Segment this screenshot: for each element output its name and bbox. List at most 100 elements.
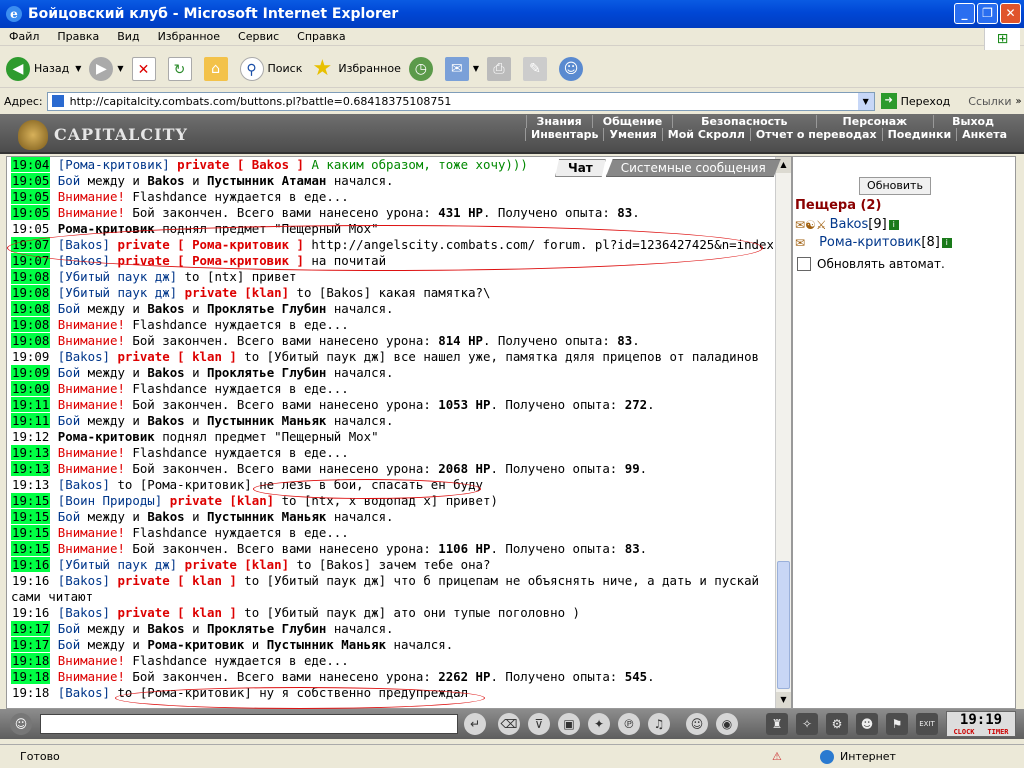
bag-icon[interactable]: ♜ [766,713,788,735]
flag-icon[interactable]: ⚑ [886,713,908,735]
smiles-icon[interactable]: ☺ [686,713,708,735]
go-button[interactable]: ➜ Переход [880,93,950,109]
message-timestamp[interactable]: 19:13 [11,445,51,460]
nav-battles[interactable]: Поединки [881,128,957,141]
user-name[interactable]: Bakos [830,217,869,232]
message-timestamp[interactable]: 19:04 [11,157,51,172]
message-nick[interactable]: Бой [58,301,80,316]
message-timestamp[interactable]: 19:11 [11,413,51,428]
menu-edit[interactable]: Правка [48,30,108,43]
stop-button[interactable]: ✕ [131,56,160,81]
clear-icon[interactable]: ⌫ [498,713,520,735]
message-timestamp[interactable]: 19:09 [11,349,50,364]
message-timestamp[interactable]: 19:17 [11,637,51,652]
message-timestamp[interactable]: 19:05 [11,189,51,204]
message-timestamp[interactable]: 19:05 [11,221,50,236]
message-timestamp[interactable]: 19:08 [11,269,51,284]
mail-dropdown-icon[interactable]: ▼ [473,64,479,73]
print-button[interactable]: ⎙ [487,56,515,81]
info-icon[interactable]: i [941,237,952,248]
address-dropdown-icon[interactable]: ▼ [857,92,874,110]
nav-my-scroll[interactable]: Мой Скролл [661,128,750,141]
private-message-icon[interactable]: ✉☯⚔ [795,218,827,232]
message-timestamp[interactable]: 19:15 [11,525,51,540]
nav-security[interactable]: Безопасность [672,115,815,128]
chat-scrollbar[interactable]: ▲ ▼ [775,157,791,708]
message-timestamp[interactable]: 19:16 [11,605,50,620]
message-nick[interactable]: [Bakos] [58,253,110,268]
filter-icon[interactable]: ⊽ [528,713,550,735]
forward-dropdown-icon[interactable]: ▼ [117,64,123,73]
message-timestamp[interactable]: 19:18 [11,669,51,684]
user-entry[interactable]: ✉☯⚔ Bakos [9] i [795,217,899,232]
message-nick[interactable]: Бой [58,509,80,524]
menu-tools[interactable]: Сервис [229,30,288,43]
message-timestamp[interactable]: 19:15 [11,493,51,508]
info-icon[interactable]: i [888,219,899,230]
user-name[interactable]: Рома-критовик [819,235,921,250]
message-timestamp[interactable]: 19:16 [11,573,50,588]
minimize-button[interactable]: _ [954,3,975,24]
message-nick[interactable]: [Bakos] [58,237,110,252]
back-button[interactable]: ◀ Назад ▼ [6,56,81,81]
message-timestamp[interactable]: 19:08 [11,317,51,332]
favorites-button[interactable]: ★ Избранное [310,56,401,81]
message-timestamp[interactable]: 19:18 [11,685,50,700]
scroll-down-icon[interactable]: ▼ [776,692,791,708]
scroll-lock-icon[interactable]: ◉ [716,713,738,735]
private-message-icon[interactable]: ✉ [795,236,805,250]
message-nick[interactable]: [Bakos] [58,685,110,700]
message-nick[interactable]: [Воин Природы] [58,493,162,508]
message-timestamp[interactable]: 19:13 [11,477,50,492]
auto-refresh-checkbox[interactable] [797,257,811,271]
user-entry[interactable]: ✉ Рома-критовик [8] i [795,235,952,250]
translit-icon[interactable]: ℗ [618,713,640,735]
sound-icon[interactable]: ♫ [648,713,670,735]
message-nick[interactable]: Бой [58,365,80,380]
message-timestamp[interactable]: 19:18 [11,653,51,668]
message-timestamp[interactable]: 19:08 [11,333,51,348]
message-timestamp[interactable]: 19:11 [11,397,51,412]
chat-mode-icon[interactable]: ☺ [10,713,32,735]
message-nick[interactable]: Бой [58,413,80,428]
message-timestamp[interactable]: 19:07 [11,237,51,252]
save-chat-icon[interactable]: ▣ [558,713,580,735]
fighter-icon[interactable]: ✦ [588,713,610,735]
menu-view[interactable]: Вид [108,30,148,43]
nav-inventory[interactable]: Инвентарь [525,128,603,141]
message-timestamp[interactable]: 19:09 [11,365,51,380]
message-timestamp[interactable]: 19:05 [11,173,51,188]
links-button[interactable]: Ссылки [968,95,1011,108]
chat-message-input[interactable] [40,714,458,734]
exit-icon[interactable]: EXIT [916,713,938,735]
links-chevron-icon[interactable]: » [1016,96,1022,107]
home-button[interactable]: ⌂ [203,56,232,81]
friends-icon[interactable]: ☻ [856,713,878,735]
menu-file[interactable]: Файл [0,30,48,43]
search-button[interactable]: ⚲ Поиск [239,56,302,81]
mail-button[interactable]: ✉ ▼ [444,56,479,81]
refresh-room-button[interactable]: Обновить [859,177,931,195]
message-timestamp[interactable]: 19:13 [11,461,51,476]
edit-button[interactable]: ✎ [523,56,551,81]
messenger-button[interactable]: ☺ [559,56,587,81]
refresh-button[interactable]: ↻ [167,56,196,81]
nav-knowledge[interactable]: Знания [525,115,592,128]
scroll-thumb[interactable] [777,561,790,689]
close-button[interactable]: ✕ [1000,3,1021,24]
scroll-icon[interactable]: ✧ [796,713,818,735]
auto-refresh-option[interactable]: Обновлять автомат. [797,257,945,271]
nav-skills[interactable]: Умения [603,128,661,141]
nav-profile[interactable]: Анкета [956,128,1012,141]
forward-button[interactable]: ▶ ▼ [89,56,124,81]
history-button[interactable]: ◷ [408,56,437,81]
message-timestamp[interactable]: 19:17 [11,621,51,636]
message-nick[interactable]: [Убитый паук дж] [58,557,177,572]
nav-exit[interactable]: Выход [933,115,1012,128]
message-nick[interactable]: [Убитый паук дж] [58,285,177,300]
message-nick[interactable]: [Bakos] [58,349,110,364]
tab-system-messages[interactable]: Системные сообщения [605,159,781,177]
menu-help[interactable]: Справка [288,30,354,43]
message-timestamp[interactable]: 19:15 [11,509,51,524]
menu-favorites[interactable]: Избранное [149,30,229,43]
